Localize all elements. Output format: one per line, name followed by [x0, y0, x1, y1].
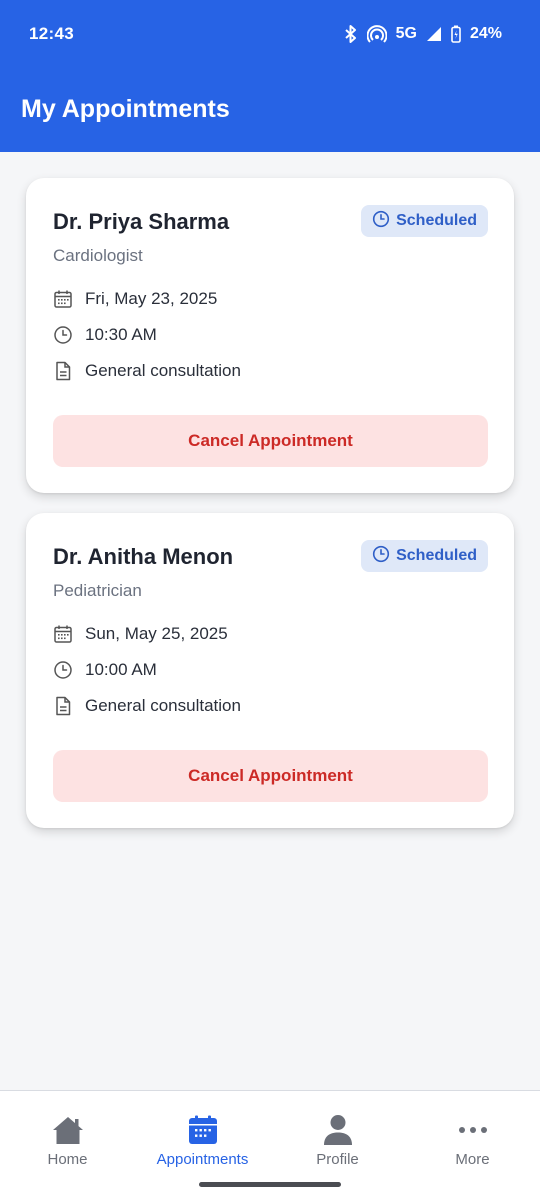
calendar-icon — [53, 624, 73, 644]
signal-icon — [426, 26, 442, 42]
bluetooth-icon — [344, 25, 358, 43]
doctor-name: Dr. Anitha Menon — [53, 544, 234, 569]
date-text: Fri, May 23, 2025 — [85, 289, 218, 308]
page-title: My Appointments — [21, 95, 230, 123]
home-indicator[interactable] — [199, 1182, 341, 1187]
network-label: 5G — [395, 25, 417, 42]
time-text: 10:30 AM — [85, 325, 157, 344]
date-text: Sun, May 25, 2025 — [85, 624, 228, 643]
status-time: 12:43 — [29, 24, 74, 43]
nav-label-home: Home — [47, 1151, 88, 1168]
type-text: General consultation — [85, 696, 241, 715]
status-icons: 5G 24% — [344, 25, 502, 43]
status-bar: 12:43 5G 24% — [0, 0, 540, 68]
clock-icon — [372, 545, 390, 568]
nav-label-more: More — [455, 1151, 490, 1168]
appointment-time: 10:30 AM — [53, 325, 157, 345]
status-label: Scheduled — [396, 547, 477, 564]
status-label: Scheduled — [396, 212, 477, 229]
nav-item-home[interactable]: Home — [0, 1113, 135, 1173]
doctor-name: Dr. Priya Sharma — [53, 209, 230, 234]
clock-icon — [53, 325, 73, 345]
appointment-card: Dr. Priya Sharma Cardiologist Scheduled … — [26, 178, 514, 493]
person-icon — [323, 1113, 353, 1147]
nav-item-profile[interactable]: Profile — [270, 1113, 405, 1173]
calendar-icon — [53, 289, 73, 309]
app-header: 12:43 5G 24% My Appointments — [0, 0, 540, 152]
nav-label-appointments: Appointments — [156, 1151, 249, 1168]
home-icon — [52, 1113, 84, 1147]
clock-icon — [372, 210, 390, 233]
battery-icon — [451, 25, 461, 43]
hotspot-icon — [366, 25, 387, 43]
time-text: 10:00 AM — [85, 660, 157, 679]
calendar-icon — [188, 1113, 218, 1147]
doctor-specialty: Pediatrician — [53, 581, 142, 600]
appointment-card: Dr. Anitha Menon Pediatrician Scheduled … — [26, 513, 514, 828]
doctor-specialty: Cardiologist — [53, 246, 143, 265]
document-icon — [53, 696, 73, 716]
cancel-appointment-button[interactable]: Cancel Appointment — [53, 415, 488, 467]
clock-icon — [53, 660, 73, 680]
status-badge: Scheduled — [361, 540, 488, 572]
more-dots-icon — [458, 1113, 488, 1147]
nav-label-profile: Profile — [316, 1151, 359, 1168]
appointment-date: Fri, May 23, 2025 — [53, 289, 217, 309]
status-badge: Scheduled — [361, 205, 488, 237]
appointment-type: General consultation — [53, 361, 241, 381]
appointment-time: 10:00 AM — [53, 660, 157, 680]
appointment-type: General consultation — [53, 696, 241, 716]
nav-item-more[interactable]: More — [405, 1113, 540, 1173]
appointment-date: Sun, May 25, 2025 — [53, 624, 228, 644]
type-text: General consultation — [85, 361, 241, 380]
nav-item-appointments[interactable]: Appointments — [135, 1113, 270, 1173]
document-icon — [53, 361, 73, 381]
cancel-appointment-button[interactable]: Cancel Appointment — [53, 750, 488, 802]
battery-level: 24% — [469, 25, 502, 42]
